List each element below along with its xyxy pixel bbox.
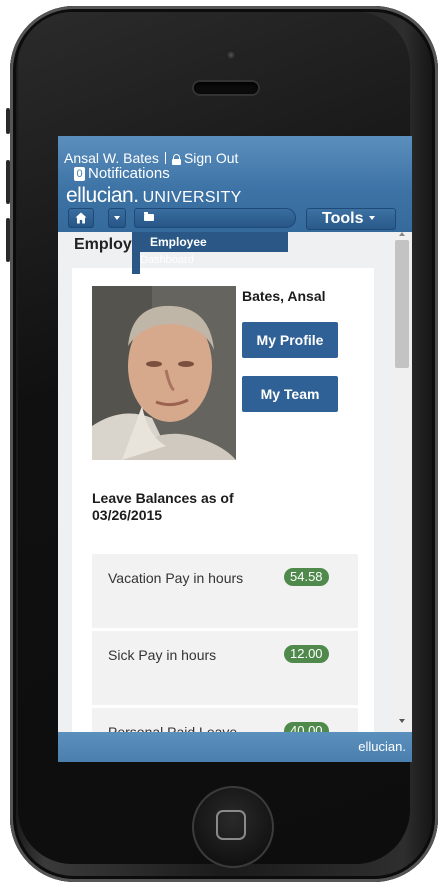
tools-menu-button[interactable]: Tools [306, 208, 396, 230]
home-button[interactable] [68, 208, 94, 228]
leave-value-badge: 12.00 [284, 645, 329, 663]
dashboard-card: Bates, Ansal My Profile My Team Leave Ba… [72, 268, 374, 762]
my-team-button[interactable]: My Team [242, 376, 338, 412]
list-item[interactable]: Vacation Pay in hours 54.58 [92, 554, 358, 628]
scroll-down-icon[interactable] [399, 719, 405, 723]
leave-balances-list: Vacation Pay in hours 54.58 Sick Pay in … [92, 554, 358, 762]
app-screen: Ansal W. Bates Sign Out 0 Notifications e… [58, 136, 412, 762]
leave-label: Sick Pay in hours [108, 647, 217, 663]
list-item[interactable]: Sick Pay in hours 12.00 [92, 631, 358, 705]
home-square-icon [216, 810, 246, 840]
mute-switch [6, 108, 10, 134]
separator [164, 152, 166, 164]
app-header: Ansal W. Bates Sign Out 0 Notifications e… [58, 136, 412, 232]
breadcrumb-menu-dashboard[interactable]: Dashboard [140, 254, 194, 266]
folder-icon [144, 212, 154, 221]
chevron-down-icon [114, 216, 120, 220]
tools-label: Tools [322, 210, 364, 227]
speaker-grille [194, 82, 258, 94]
brand-primary: ellucian. [66, 184, 139, 207]
front-camera-icon [226, 50, 236, 60]
leave-value-badge: 54.58 [284, 568, 329, 586]
leave-balances-title: Leave Balances as of 03/26/2015 [92, 490, 234, 523]
scrollbar-thumb[interactable] [395, 240, 409, 368]
user-bar: Ansal W. Bates Sign Out [64, 150, 238, 166]
app-footer: ellucian. [58, 732, 412, 762]
phone-home-button[interactable] [192, 786, 274, 868]
employee-photo [92, 286, 236, 460]
breadcrumb-button[interactable] [134, 208, 296, 228]
leave-label: Vacation Pay in hours [108, 570, 244, 586]
sign-out-link[interactable]: Sign Out [171, 150, 239, 166]
volume-up-button [6, 160, 10, 204]
nav-dropdown-button[interactable] [108, 208, 126, 228]
notifications-count-badge[interactable]: 0 [74, 167, 85, 181]
brand-logo: ellucian. UNIVERSITY [66, 184, 242, 208]
volume-down-button [6, 218, 10, 262]
scroll-up-icon[interactable] [399, 232, 405, 236]
caret-down-icon [369, 216, 376, 220]
sign-out-label: Sign Out [183, 150, 239, 166]
notifications-link[interactable]: Notifications [88, 165, 170, 182]
brand-secondary: UNIVERSITY [142, 189, 242, 206]
user-name: Ansal W. Bates [64, 150, 159, 166]
lock-icon [171, 154, 181, 165]
home-icon [75, 212, 87, 224]
portrait-image [92, 286, 236, 460]
my-profile-button[interactable]: My Profile [242, 322, 338, 358]
employee-name: Bates, Ansal [242, 288, 326, 304]
breadcrumb-menu-employee[interactable]: Employee [132, 232, 288, 252]
footer-logo: ellucian. [358, 739, 406, 754]
breadcrumb-submenu [132, 252, 140, 274]
